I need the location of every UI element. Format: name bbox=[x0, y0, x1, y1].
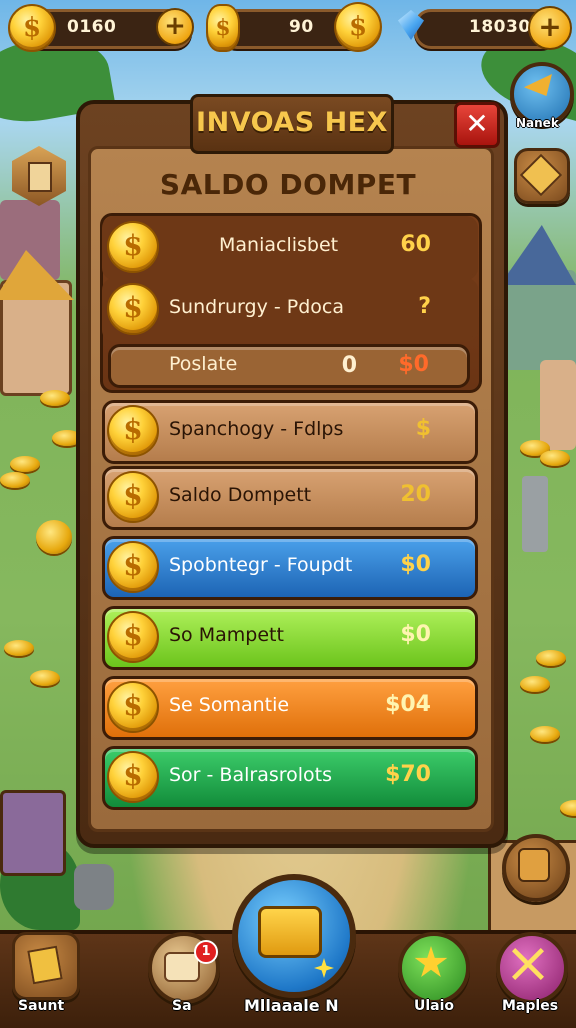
barrel bbox=[74, 864, 114, 910]
potion-icon bbox=[518, 848, 550, 882]
row-amount: 20 bbox=[400, 482, 431, 507]
treasure-chest-icon bbox=[258, 906, 322, 958]
row-label: Se Somantie bbox=[169, 694, 290, 716]
ground-coin bbox=[30, 670, 60, 686]
ground-coin bbox=[540, 450, 570, 466]
row-label: Sor - Balrasrolots bbox=[169, 764, 333, 786]
row-label: Maniaclisbet bbox=[219, 234, 339, 256]
wallet-heading: SALDO DOMPET bbox=[159, 168, 417, 201]
ground-coin bbox=[530, 726, 560, 742]
add-coins-button[interactable]: + bbox=[156, 8, 194, 46]
dialog-title: INVOAS HEX bbox=[196, 107, 388, 138]
coin-icon: $ bbox=[107, 405, 159, 457]
wallet-row[interactable]: $ Sor - Balrasrolots $70 bbox=[102, 746, 478, 810]
wallet-row[interactable]: $ Maniaclisbet 60 bbox=[102, 216, 478, 280]
nav-saunt-label: Saunt bbox=[18, 998, 65, 1014]
resource-bar: 0160 $ + 90 $ $ 18030 + bbox=[0, 0, 576, 56]
coin-icon: $ bbox=[107, 541, 159, 593]
horn-button-label: Nanek bbox=[516, 116, 559, 130]
house-right-2 bbox=[540, 360, 576, 450]
coin-counter-value: 0160 bbox=[67, 17, 117, 37]
row-label: Spobntegr - Foupdt bbox=[169, 554, 353, 576]
nav-ulaio-label: Ulaio bbox=[414, 998, 455, 1014]
house-right-1 bbox=[504, 270, 576, 370]
wallet-row[interactable]: $ So Mampett $0 bbox=[102, 606, 478, 670]
gold-coin-icon-right: $ bbox=[334, 2, 382, 52]
house-right-1-roof bbox=[500, 225, 576, 285]
wallet-row[interactable]: $ Saldo Dompett 20 bbox=[102, 466, 478, 530]
coin-icon: $ bbox=[107, 751, 159, 803]
ground-coin bbox=[10, 456, 40, 472]
ground-coin bbox=[0, 472, 30, 488]
row-amount: $0 bbox=[398, 352, 429, 377]
nav-main-label: Mllaaale N bbox=[244, 996, 339, 1015]
coin-icon: $ bbox=[107, 681, 159, 733]
ground-coin bbox=[520, 676, 550, 692]
house-bottom-left bbox=[0, 790, 66, 876]
stone-pillar bbox=[522, 476, 548, 552]
gold-counter-value: 90 bbox=[289, 17, 314, 37]
row-label: Poslate bbox=[169, 353, 238, 375]
coin-icon: $ bbox=[8, 4, 56, 52]
row-amount: $0 bbox=[400, 622, 431, 647]
close-button[interactable]: ✕ bbox=[454, 102, 500, 148]
wallet-row[interactable]: Poslate 0 $0 bbox=[108, 344, 470, 388]
row-amount: 60 bbox=[400, 232, 431, 257]
coin-icon: $ bbox=[107, 611, 159, 663]
ground-coin bbox=[4, 640, 34, 656]
coin-icon: $ bbox=[107, 221, 159, 273]
wallet-row[interactable]: $ Spanchogy - Fdlps $ bbox=[102, 400, 478, 464]
nav-maples-label: Maples bbox=[502, 998, 559, 1014]
add-gems-button[interactable]: + bbox=[528, 6, 572, 50]
row-label: Sundrurgy - Pdoca bbox=[169, 296, 345, 318]
row-amount: $04 bbox=[385, 692, 431, 717]
ground-coin bbox=[560, 800, 576, 816]
ground-coin bbox=[536, 650, 566, 666]
notification-badge: 1 bbox=[194, 940, 218, 964]
row-label: Saldo Dompett bbox=[169, 484, 312, 506]
wallet-row[interactable]: $ Spobntegr - Foupdt $0 bbox=[102, 536, 478, 600]
ground-coin bbox=[36, 520, 72, 554]
gold-coin-icon: $ bbox=[206, 4, 240, 52]
row-amount: $70 bbox=[385, 762, 431, 787]
row-quantity: 0 bbox=[341, 353, 357, 378]
scroll-icon bbox=[27, 945, 63, 985]
wallet-row[interactable]: $ Se Somantie $04 bbox=[102, 676, 478, 740]
row-label: So Mampett bbox=[169, 624, 284, 646]
coin-icon: $ bbox=[107, 471, 159, 523]
ground-coin bbox=[40, 390, 70, 406]
coin-icon: $ bbox=[107, 283, 159, 335]
row-amount: $ bbox=[415, 416, 431, 441]
gem-counter-value: 18030 bbox=[469, 17, 531, 37]
nav-sa-label: Sa bbox=[172, 998, 192, 1014]
scroll-icon bbox=[28, 162, 52, 192]
row-label: Spanchogy - Fdlps bbox=[169, 418, 344, 440]
dialog-title-plate: INVOAS HEX bbox=[190, 94, 394, 154]
wallet-row[interactable]: $ Sundrurgy - Pdoca ? bbox=[102, 278, 478, 342]
row-amount: $0 bbox=[400, 552, 431, 577]
row-amount: ? bbox=[418, 294, 431, 319]
